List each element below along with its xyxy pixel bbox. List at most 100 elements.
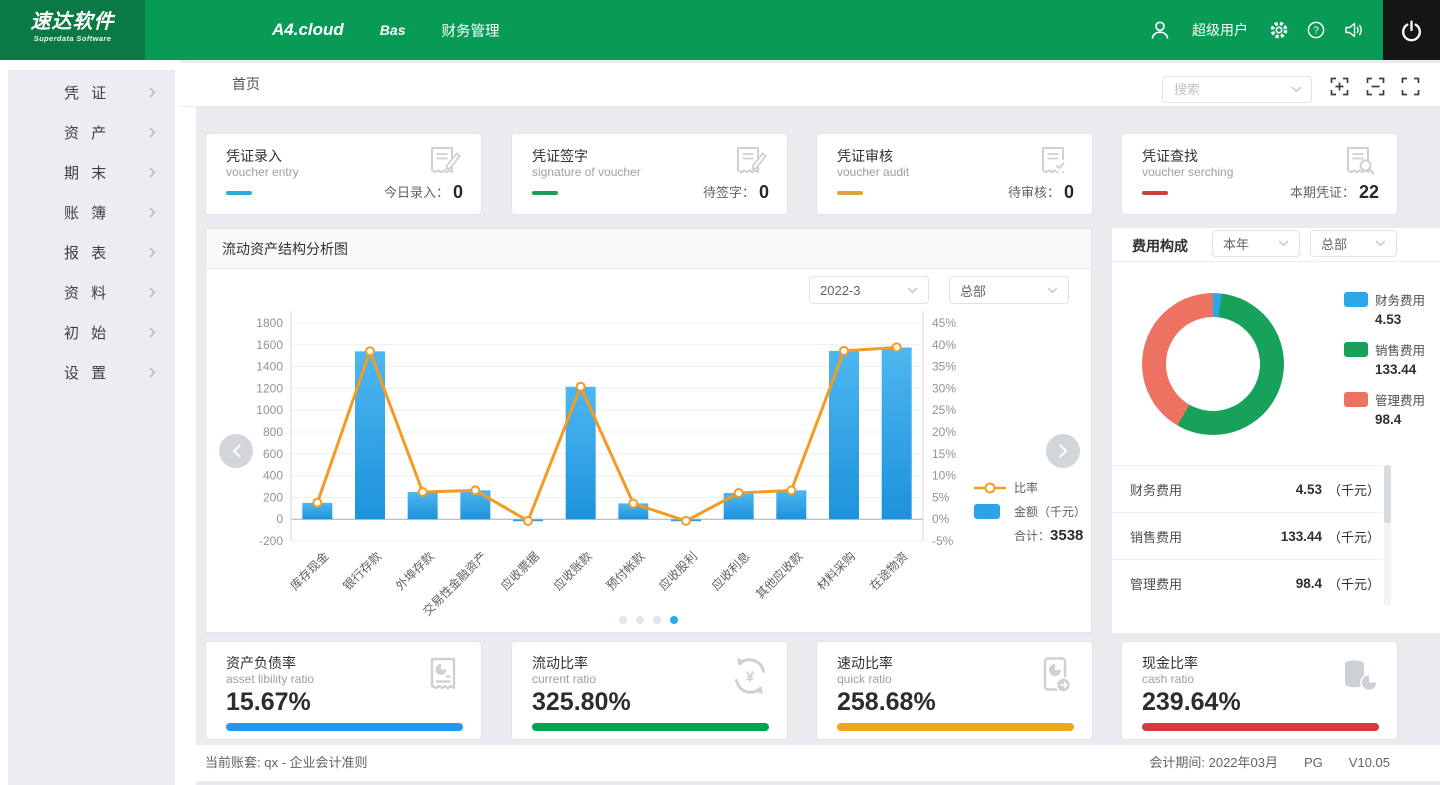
left-gutter	[180, 107, 196, 785]
expense-row-1: 销售费用 133.44 （千元）	[1112, 512, 1382, 559]
scrollbar-thumb[interactable]	[1384, 465, 1391, 523]
legend-label: 财务费用	[1375, 290, 1425, 309]
svg-text:45%: 45%	[932, 316, 956, 330]
card-subtitle: voucher audit	[837, 165, 909, 179]
legend-item-1: 销售费用 133.44	[1344, 340, 1425, 377]
fullscreen-icon[interactable]	[1401, 77, 1420, 96]
voucher-search-icon	[1339, 144, 1381, 182]
help-icon[interactable]: ?	[1306, 20, 1326, 40]
sidebar-item-2[interactable]: 期 末	[8, 152, 175, 192]
tab-bar: 首页	[180, 63, 1440, 107]
summary-card-0[interactable]: 凭证录入 voucher entry 今日录入：0	[205, 133, 482, 215]
progress-bar	[837, 723, 1074, 731]
user-icon[interactable]	[1149, 19, 1171, 41]
legend-swatch	[1344, 342, 1368, 357]
card-title: 流动比率	[532, 653, 588, 673]
expense-donut-chart	[1142, 293, 1284, 435]
logo-title: 速达软件	[0, 10, 145, 34]
carousel-dot-0[interactable]	[619, 616, 627, 624]
expense-row-2: 管理费用 98.4 （千元）	[1112, 559, 1382, 606]
summary-card-1[interactable]: 凭证签字 signature of voucher 待签字：0	[511, 133, 788, 215]
chevron-right-icon	[149, 247, 156, 258]
card-stat: 待签字：0	[703, 182, 769, 203]
accent-dash	[837, 191, 863, 195]
card-title: 凭证录入	[226, 146, 282, 166]
sidebar: 凭 证 资 产 期 末 账 簿 报 表 资 料 初 始 设 置	[8, 70, 175, 785]
header-nav-item-2[interactable]: 财务管理	[441, 20, 499, 41]
summary-card-2[interactable]: 凭证审核 voucher audit 待审核：0	[816, 133, 1093, 215]
chevron-right-icon	[149, 327, 156, 338]
svg-text:1600: 1600	[256, 338, 283, 352]
ratio-card-0: 资产负债率 asset libility ratio 15.67%	[205, 641, 482, 740]
svg-text:5%: 5%	[932, 490, 950, 504]
search-select[interactable]	[1162, 76, 1312, 103]
svg-text:外埠存款: 外埠存款	[393, 549, 437, 593]
legend-swatch	[1344, 392, 1368, 407]
svg-text:-5%: -5%	[932, 534, 954, 548]
zoom-out-window-icon[interactable]	[1366, 77, 1385, 96]
db-label: PG	[1304, 745, 1323, 781]
search-input[interactable]	[1172, 81, 1291, 98]
sidebar-item-6[interactable]: 初 始	[8, 312, 175, 352]
card-title: 速动比率	[837, 653, 893, 673]
current-user[interactable]: 超级用户	[1192, 20, 1248, 40]
sidebar-item-label: 报 表	[64, 242, 110, 263]
carousel-dot-1[interactable]	[636, 616, 644, 624]
svg-text:合计：3538: 合计：3538	[1014, 527, 1083, 544]
zoom-in-window-icon[interactable]	[1330, 77, 1349, 96]
svg-text:200: 200	[263, 490, 283, 504]
card-stat: 待审核：0	[1008, 182, 1074, 203]
sidebar-item-label: 设 置	[64, 362, 110, 383]
svg-text:25%: 25%	[932, 403, 956, 417]
carousel-dots	[206, 616, 1091, 624]
carousel-next-icon[interactable]	[1046, 434, 1080, 468]
sidebar-item-3[interactable]: 账 簿	[8, 192, 175, 232]
svg-text:预付帐款: 预付帐款	[603, 549, 648, 594]
expense-row-0: 财务费用 4.53 （千元）	[1112, 465, 1382, 512]
sidebar-item-4[interactable]: 报 表	[8, 232, 175, 272]
expense-row-unit: （千元）	[1328, 574, 1380, 593]
sidebar-item-7[interactable]: 设 置	[8, 352, 175, 392]
tab-home[interactable]: 首页	[232, 63, 260, 106]
card-title: 凭证查找	[1142, 146, 1198, 166]
svg-text:600: 600	[263, 447, 283, 461]
card-stat: 本期凭证：22	[1290, 182, 1379, 203]
panel-title: 流动资产结构分析图	[206, 229, 1091, 269]
expense-row-label: 财务费用	[1130, 480, 1182, 499]
carousel-dot-2[interactable]	[653, 616, 661, 624]
app-header: 速达软件 Superdata Software A4.cloudBas财务管理 …	[0, 0, 1440, 60]
speaker-icon[interactable]	[1343, 20, 1364, 40]
expense-org-select[interactable]: 总部	[1310, 230, 1397, 257]
chevron-down-icon	[907, 287, 918, 294]
sidebar-item-label: 初 始	[64, 322, 110, 343]
svg-text:35%: 35%	[932, 360, 956, 374]
svg-text:0: 0	[276, 512, 283, 526]
header-actions: 超级用户 ?	[1149, 0, 1364, 60]
sidebar-item-1[interactable]: 资 产	[8, 112, 175, 152]
expense-period-select[interactable]: 本年	[1212, 230, 1300, 257]
header-nav-item-1[interactable]: Bas	[380, 22, 406, 38]
sidebar-item-0[interactable]: 凭 证	[8, 72, 175, 112]
chevron-right-icon	[149, 367, 156, 378]
sidebar-item-label: 资 料	[64, 282, 110, 303]
power-icon[interactable]	[1383, 0, 1440, 60]
expense-row-unit: （千元）	[1328, 527, 1380, 546]
status-bar: 当前账套: qx - 企业会计准则 会计期间: 2022年03月 PG V10.…	[196, 745, 1440, 781]
header-nav: A4.cloud Bas 财务管理	[272, 0, 499, 60]
carousel-prev-icon[interactable]	[219, 434, 253, 468]
svg-text:1200: 1200	[256, 381, 283, 395]
sidebar-item-5[interactable]: 资 料	[8, 272, 175, 312]
expense-row-unit: （千元）	[1328, 480, 1380, 499]
svg-text:1000: 1000	[256, 403, 283, 417]
voucher-pen-icon	[423, 144, 465, 182]
header-nav-item-0[interactable]: A4.cloud	[272, 20, 344, 40]
expense-row-value: 98.4	[1296, 576, 1322, 591]
svg-text:比率: 比率	[1014, 480, 1038, 495]
app-logo[interactable]: 速达软件 Superdata Software	[0, 0, 145, 60]
card-subtitle: quick ratio	[837, 672, 892, 686]
carousel-dot-3[interactable]	[670, 616, 678, 624]
svg-text:材料采购: 材料采购	[814, 549, 859, 594]
gear-icon[interactable]	[1269, 20, 1289, 40]
summary-card-3[interactable]: 凭证查找 voucher serching 本期凭证：22	[1121, 133, 1398, 215]
svg-text:10%: 10%	[932, 469, 956, 483]
